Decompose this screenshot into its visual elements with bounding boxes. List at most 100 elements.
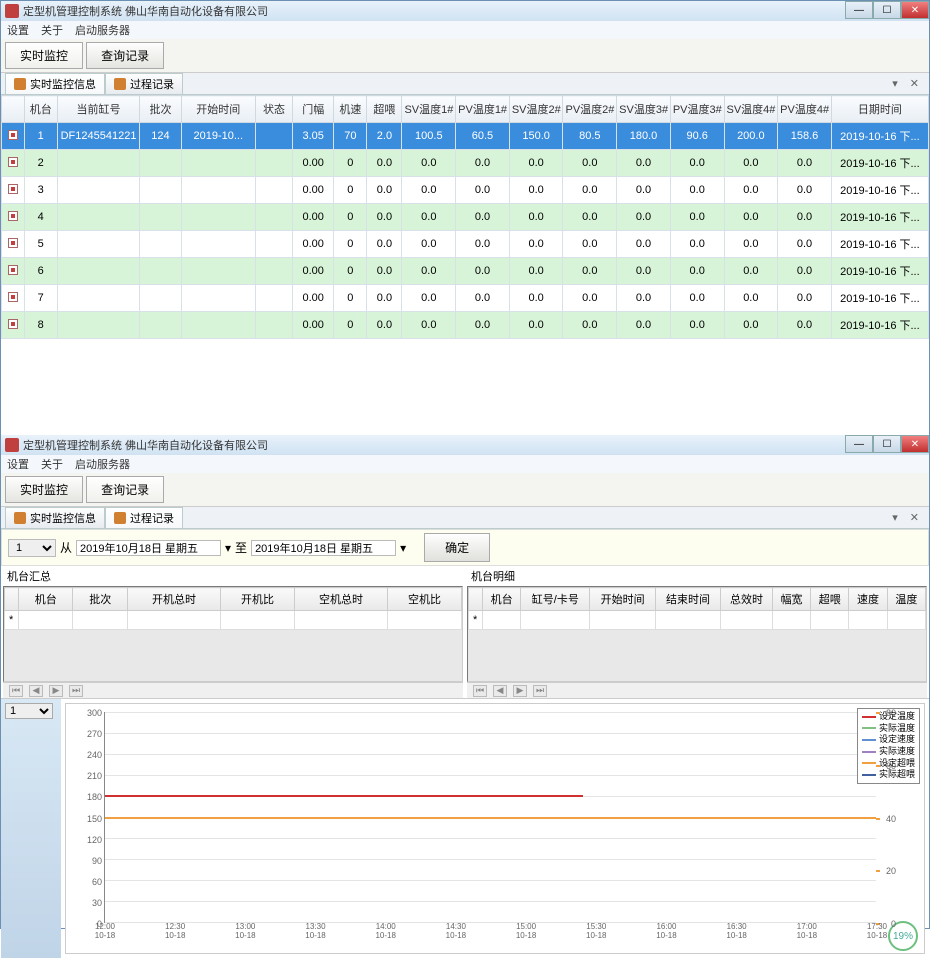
table-row[interactable]: 60.0000.00.00.00.00.00.00.00.00.02019-10… <box>2 258 929 285</box>
col-header[interactable]: 机台 <box>19 588 73 611</box>
col-header[interactable]: 开机总时 <box>127 588 220 611</box>
nav-first[interactable]: ⏮ <box>473 685 487 697</box>
subtab-close[interactable]: ✕ <box>904 77 925 90</box>
maximize-button[interactable]: ☐ <box>873 1 901 19</box>
col-header[interactable]: 结束时间 <box>655 588 720 611</box>
col-header[interactable]: 日期时间 <box>831 96 928 123</box>
subtab-close[interactable]: ✕ <box>904 511 925 524</box>
nav-first[interactable]: ⏮ <box>9 685 23 697</box>
col-header[interactable]: 开始时间 <box>590 588 655 611</box>
menu-about[interactable]: 关于 <box>41 456 63 472</box>
panel-detail: 机台明细 机台缸号/卡号开始时间结束时间总效时幅宽超喂速度温度* ⏮ ◀ ▶ ⏭ <box>467 566 927 698</box>
col-header[interactable]: 机台 <box>483 588 521 611</box>
col-header[interactable]: 速度 <box>849 588 887 611</box>
app-title: 定型机管理控制系统 佛山华南自动化设备有限公司 <box>23 3 268 19</box>
confirm-button[interactable]: 确定 <box>424 533 490 562</box>
cell: 0.0 <box>563 177 617 204</box>
col-header[interactable]: SV温度2# <box>509 96 563 123</box>
calendar-icon[interactable]: ▾ <box>225 541 231 555</box>
subtab-realtime-info[interactable]: 实时监控信息 <box>5 507 105 528</box>
nav-last[interactable]: ⏭ <box>533 685 547 697</box>
table-row[interactable]: 20.0000.00.00.00.00.00.00.00.00.02019-10… <box>2 150 929 177</box>
machine-select[interactable]: 1 <box>8 539 56 557</box>
realtime-grid[interactable]: 机台当前缸号批次开始时间状态门幅机速超喂SV温度1#PV温度1#SV温度2#PV… <box>1 95 929 447</box>
table-row[interactable]: 50.0000.00.00.00.00.00.00.00.00.02019-10… <box>2 231 929 258</box>
menu-start-server[interactable]: 启动服务器 <box>75 456 130 472</box>
col-header[interactable]: 批次 <box>73 588 127 611</box>
cell: 0.0 <box>509 231 563 258</box>
col-header[interactable]: PV温度2# <box>563 96 617 123</box>
table-row[interactable]: 30.0000.00.00.00.00.00.00.00.00.02019-10… <box>2 177 929 204</box>
close-button[interactable]: ✕ <box>901 1 929 19</box>
col-header[interactable]: 门幅 <box>293 96 334 123</box>
nav-prev[interactable]: ◀ <box>493 685 507 697</box>
col-header[interactable] <box>2 96 25 123</box>
col-header[interactable]: 开机比 <box>221 588 295 611</box>
col-header[interactable]: PV温度1# <box>456 96 510 123</box>
cell: * <box>5 611 19 630</box>
menu-about[interactable]: 关于 <box>41 22 63 38</box>
top-window: 定型机管理控制系统 佛山华南自动化设备有限公司 — ☐ ✕ 设置 关于 启动服务… <box>0 0 930 434</box>
cell: 2019-10-16 下... <box>831 258 928 285</box>
col-header[interactable]: SV温度4# <box>724 96 778 123</box>
col-header[interactable]: 总效时 <box>721 588 773 611</box>
table-row[interactable]: 40.0000.00.00.00.00.00.00.00.00.02019-10… <box>2 204 929 231</box>
col-header[interactable]: 机台 <box>24 96 57 123</box>
table-row[interactable]: 70.0000.00.00.00.00.00.00.00.00.02019-10… <box>2 285 929 312</box>
calendar-icon[interactable]: ▾ <box>400 541 406 555</box>
cell <box>655 611 720 630</box>
nav-next[interactable]: ▶ <box>49 685 63 697</box>
summary-grid[interactable]: 机台批次开机总时开机比空机总时空机比 * <box>3 586 463 682</box>
col-header[interactable]: 超喂 <box>811 588 849 611</box>
subtab-process-record[interactable]: 过程记录 <box>105 507 183 528</box>
nav-last[interactable]: ⏭ <box>69 685 83 697</box>
col-header[interactable]: 空机总时 <box>294 588 387 611</box>
tab-query[interactable]: 查询记录 <box>86 476 164 503</box>
col-header[interactable]: SV温度1# <box>402 96 456 123</box>
chart-canvas[interactable]: 设定温度实际温度设定速度实际速度设定超喂实际超喂 19% 03060901201… <box>65 703 925 954</box>
tab-realtime[interactable]: 实时监控 <box>5 476 83 503</box>
subtab-realtime-info[interactable]: 实时监控信息 <box>5 73 105 94</box>
to-date[interactable] <box>251 540 396 556</box>
subtab-dropdown[interactable]: ▾ <box>886 511 904 524</box>
maximize-button[interactable]: ☐ <box>873 435 901 453</box>
minimize-button[interactable]: — <box>845 435 873 453</box>
tab-realtime[interactable]: 实时监控 <box>5 42 83 69</box>
app-icon <box>5 438 19 452</box>
tab-query[interactable]: 查询记录 <box>86 42 164 69</box>
col-header[interactable]: 超喂 <box>367 96 402 123</box>
table-row[interactable]: 1DF12455412211242019-10...3.05702.0100.5… <box>2 123 929 150</box>
subtab-process-record[interactable]: 过程记录 <box>105 73 183 94</box>
col-header[interactable]: 开始时间 <box>181 96 255 123</box>
col-header[interactable] <box>469 588 483 611</box>
col-header[interactable]: 空机比 <box>388 588 462 611</box>
menu-settings[interactable]: 设置 <box>7 22 29 38</box>
menu-settings[interactable]: 设置 <box>7 456 29 472</box>
col-header[interactable]: SV温度3# <box>617 96 671 123</box>
detail-grid[interactable]: 机台缸号/卡号开始时间结束时间总效时幅宽超喂速度温度* <box>467 586 927 682</box>
nav-next[interactable]: ▶ <box>513 685 527 697</box>
col-header[interactable]: PV温度3# <box>670 96 724 123</box>
menu-start-server[interactable]: 启动服务器 <box>75 22 130 38</box>
to-label: 至 <box>235 539 247 556</box>
cell: 0.00 <box>293 231 334 258</box>
col-header[interactable]: 缸号/卡号 <box>521 588 590 611</box>
col-header[interactable]: 幅宽 <box>772 588 810 611</box>
col-header[interactable]: 温度 <box>887 588 925 611</box>
col-header[interactable]: 批次 <box>140 96 181 123</box>
close-button[interactable]: ✕ <box>901 435 929 453</box>
table-row[interactable]: 80.0000.00.00.00.00.00.00.00.00.02019-10… <box>2 312 929 339</box>
minimize-button[interactable]: — <box>845 1 873 19</box>
subtab-dropdown[interactable]: ▾ <box>886 77 904 90</box>
col-header[interactable]: 状态 <box>255 96 292 123</box>
col-header[interactable]: 当前缸号 <box>57 96 140 123</box>
y-tick-left: 30 <box>82 898 102 908</box>
col-header[interactable]: PV温度4# <box>778 96 832 123</box>
col-header[interactable] <box>5 588 19 611</box>
legend-label: 设定速度 <box>879 734 915 744</box>
chart-machine-select[interactable]: 1 <box>5 703 53 719</box>
from-date[interactable] <box>76 540 221 556</box>
cell: 0.0 <box>778 177 832 204</box>
col-header[interactable]: 机速 <box>334 96 367 123</box>
nav-prev[interactable]: ◀ <box>29 685 43 697</box>
